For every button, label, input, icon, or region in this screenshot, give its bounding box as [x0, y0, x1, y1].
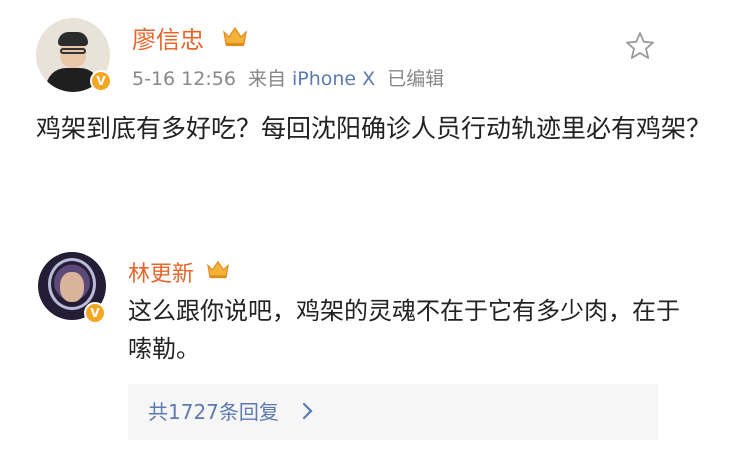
comment-body: 这么跟你说吧，鸡架的灵魂不在于它有多少肉，在于嗦勒。	[128, 297, 680, 363]
weibo-post: V 廖信忠 5-16 12:56 来自 iPhone X 已编辑 鸡架到底有多好吃…	[0, 0, 750, 458]
post-timestamp: 5-16 12:56	[132, 68, 236, 90]
crown-icon	[207, 260, 229, 279]
view-replies-link[interactable]: 共1727条回复	[148, 396, 279, 425]
avatar-glasses	[60, 48, 86, 54]
chevron-right-icon[interactable]	[300, 400, 316, 422]
crown-icon	[223, 26, 247, 46]
device-link[interactable]: iPhone X	[292, 68, 375, 90]
star-icon[interactable]	[624, 30, 656, 62]
avatar-face	[60, 272, 84, 302]
commenter-name[interactable]: 林更新	[128, 256, 194, 288]
edited-label: 已编辑	[387, 68, 445, 90]
source-prefix: 来自	[247, 68, 286, 90]
post-meta: 5-16 12:56 来自 iPhone X 已编辑	[132, 64, 450, 91]
author-name[interactable]: 廖信忠	[132, 20, 204, 55]
verified-v-icon: V	[90, 70, 112, 92]
avatar-hair	[58, 32, 88, 46]
verified-v-icon: V	[84, 302, 106, 324]
post-body: 鸡架到底有多好吃？每回沈阳确诊人员行动轨迹里必有鸡架？	[36, 114, 712, 143]
